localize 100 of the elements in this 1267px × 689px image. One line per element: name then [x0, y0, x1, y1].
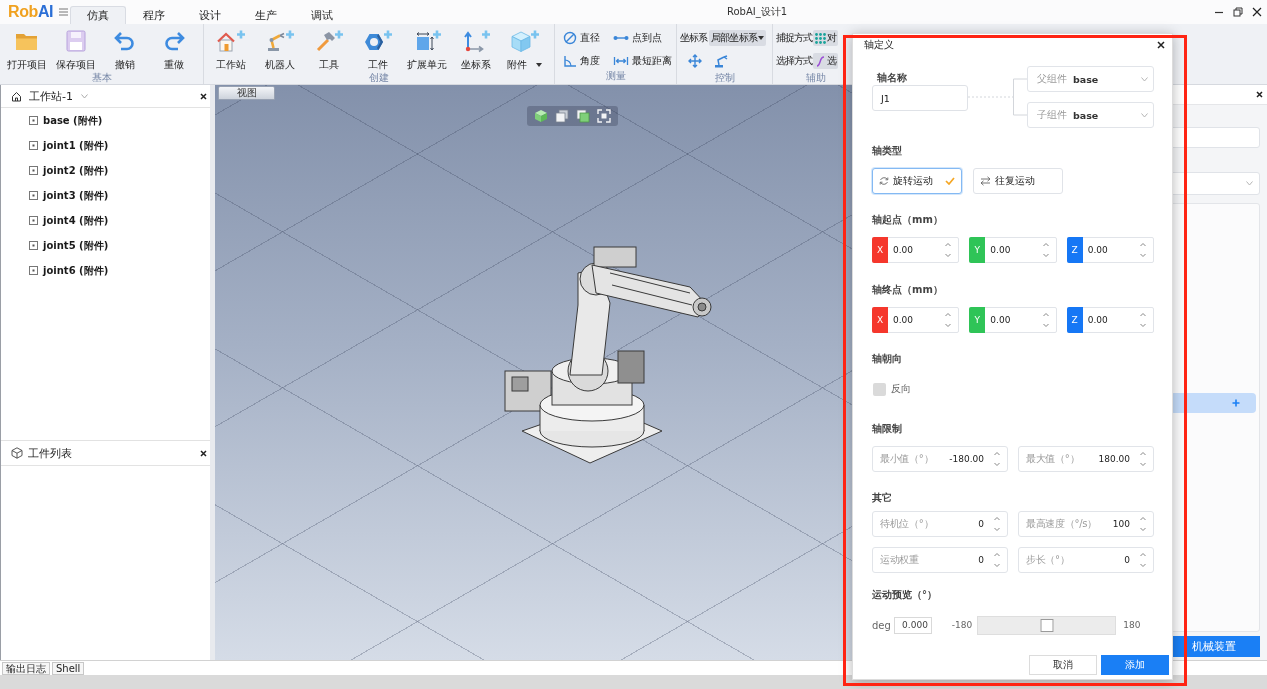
mode-select[interactable]: 选	[813, 53, 839, 69]
menu-tab[interactable]: 调试	[294, 6, 351, 24]
coordinate-system-select[interactable]: 局部坐标系	[709, 30, 766, 46]
field-value: 0	[977, 555, 984, 565]
stacked-squares-icon[interactable]	[554, 109, 569, 123]
number-field[interactable]: 待机位（°） 0	[872, 511, 1008, 537]
view-tab[interactable]: 视图	[218, 86, 275, 100]
tree-item[interactable]: joint3 (附件)	[29, 183, 109, 208]
close-icon[interactable]	[1252, 7, 1262, 17]
tree-item[interactable]: joint6 (附件)	[29, 258, 109, 283]
field-value: 0	[977, 519, 984, 529]
ribbon-tool-button[interactable]: 工件	[353, 24, 402, 71]
spinner-arrows-icon[interactable]	[944, 311, 953, 329]
mode-select[interactable]: 对	[813, 30, 839, 46]
number-field[interactable]: 最高速度（°/s） 100	[1018, 511, 1154, 537]
house-plus-icon	[215, 29, 246, 53]
add-button[interactable]: 添加	[1101, 655, 1169, 675]
spinner-arrows-icon[interactable]	[993, 551, 1001, 569]
angle-icon	[563, 54, 577, 68]
slider-track[interactable]	[977, 615, 1117, 635]
ribbon-group-label: 创建	[369, 71, 389, 84]
menu-tab[interactable]: 生产	[238, 6, 295, 24]
axis-badge: Y	[969, 307, 986, 333]
ribbon-tool-button[interactable]: 保存项目	[51, 24, 100, 71]
number-field[interactable]: 最小值（°） -180.00	[872, 446, 1008, 472]
menu-icon[interactable]	[59, 8, 69, 16]
ribbon-tool-button[interactable]: 附件	[500, 24, 549, 71]
unit-label: deg	[872, 619, 891, 631]
spinner-arrows-icon[interactable]	[1041, 241, 1050, 259]
spinner-arrows-icon[interactable]	[1139, 515, 1147, 533]
field-value: 180.00	[1097, 454, 1130, 464]
number-field[interactable]: 运动权重 0	[872, 547, 1008, 573]
square-dot-icon	[29, 141, 38, 150]
axis-badge: Y	[969, 237, 986, 263]
ribbon-tool-button[interactable]: 扩展单元	[402, 24, 451, 71]
coordinate-field[interactable]: Z 0.00	[1066, 237, 1154, 263]
field-label: 最小值（°）	[880, 452, 934, 466]
ribbon-group-label: 辅助	[806, 71, 826, 84]
coordinate-field[interactable]: Y 0.00	[969, 237, 1057, 263]
restore-icon[interactable]	[1233, 7, 1243, 17]
close-icon[interactable]	[1157, 41, 1165, 49]
ribbon-tool-button[interactable]: 坐标系	[451, 24, 500, 71]
close-icon[interactable]	[200, 449, 207, 457]
ribbon-tool-button[interactable]: 角度	[563, 53, 611, 69]
field-value: -180.00	[948, 454, 984, 464]
axis-name-field[interactable]: J1	[872, 85, 968, 111]
component-select[interactable]: 父组件 base	[1027, 66, 1154, 92]
coordinate-field[interactable]: Y 0.00	[969, 307, 1057, 333]
ribbon-tool-button[interactable]: 点到点	[613, 30, 676, 46]
tree-item[interactable]: base (附件)	[29, 108, 103, 133]
checkbox[interactable]	[873, 382, 886, 396]
menu-tab[interactable]: 设计	[182, 6, 239, 24]
field-value: 0.00	[989, 315, 1012, 325]
close-icon[interactable]	[200, 92, 207, 100]
spinner-arrows-icon[interactable]	[1139, 551, 1147, 569]
spinner-arrows-icon[interactable]	[1139, 241, 1147, 259]
number-field[interactable]: 步长（°） 0	[1018, 547, 1154, 573]
ribbon-tool-button[interactable]: 打开项目	[2, 24, 51, 71]
ribbon-tool-button[interactable]: 工作站	[206, 24, 255, 71]
ribbon-tool-button[interactable]: 重做	[149, 24, 198, 71]
spinner-arrows-icon[interactable]	[1139, 311, 1147, 329]
menu-tab[interactable]: 仿真	[70, 6, 127, 24]
ribbon-tool-button[interactable]: 直径	[563, 30, 611, 46]
tree-item[interactable]: joint4 (附件)	[29, 208, 109, 233]
spinner-arrows-icon[interactable]	[993, 515, 1001, 533]
ribbon-tool-button[interactable]: 最短距离	[613, 53, 676, 69]
slider-thumb[interactable]	[1040, 618, 1054, 632]
cancel-button[interactable]: 取消	[1029, 655, 1097, 675]
ribbon-tool-button[interactable]: 撤销	[100, 24, 149, 71]
cube-icon[interactable]	[533, 109, 548, 123]
component-select[interactable]: 子组件 base	[1027, 102, 1154, 128]
ribbon-tool-button[interactable]: 工具	[304, 24, 353, 71]
close-icon[interactable]	[1256, 91, 1263, 98]
move-arrows-icon[interactable]	[688, 54, 702, 68]
bottom-tab[interactable]: Shell	[52, 661, 85, 675]
coordinate-field[interactable]: X 0.00	[872, 237, 960, 263]
chevron-down-icon	[1141, 112, 1148, 118]
section-label: 轴起点（mm）	[872, 213, 943, 227]
frame-corners-icon[interactable]	[597, 109, 612, 123]
square-dot-icon	[29, 166, 38, 175]
degree-input[interactable]: 0.000	[893, 616, 932, 634]
spinner-arrows-icon[interactable]	[993, 450, 1001, 468]
add-row-button[interactable]	[1170, 393, 1256, 413]
spinner-arrows-icon[interactable]	[1139, 450, 1147, 468]
tree-item[interactable]: joint2 (附件)	[29, 158, 109, 183]
tree-item[interactable]: joint5 (附件)	[29, 233, 109, 258]
coordinate-field[interactable]: Z 0.00	[1066, 307, 1154, 333]
bottom-tab[interactable]: 输出日志	[2, 661, 50, 675]
layered-squares-icon[interactable]	[576, 109, 591, 123]
spinner-arrows-icon[interactable]	[944, 241, 953, 259]
number-field[interactable]: 最大值（°） 180.00	[1018, 446, 1154, 472]
axis-type-option[interactable]: 往复运动	[973, 168, 1063, 194]
menu-tab[interactable]: 程序	[126, 6, 183, 24]
cube-outline-icon	[11, 447, 23, 459]
coordinate-field[interactable]: X 0.00	[872, 307, 960, 333]
spinner-arrows-icon[interactable]	[1041, 311, 1050, 329]
tree-item[interactable]: joint1 (附件)	[29, 133, 109, 158]
axis-type-option[interactable]: 旋转运动	[872, 168, 962, 194]
ribbon-tool-button[interactable]: 机器人	[255, 24, 304, 71]
robot-arm-icon[interactable]	[714, 54, 728, 68]
